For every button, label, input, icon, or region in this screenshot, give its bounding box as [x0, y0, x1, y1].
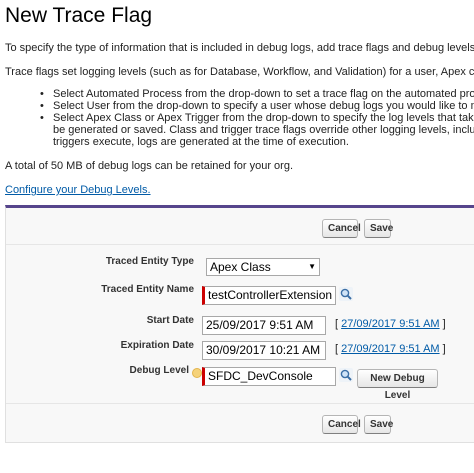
divider — [6, 403, 474, 404]
trace-intro-text: Trace flags set logging levels (such as … — [5, 66, 474, 78]
bullet-icon: • — [40, 112, 44, 124]
instructions-list: • Select Automated Process from the drop-… — [38, 88, 474, 148]
expiration-date-label: Expiration Date — [120, 340, 194, 351]
debug-level-input[interactable]: SFDC_DevConsole — [202, 367, 336, 386]
cancel-button-top[interactable]: Cancel — [322, 219, 361, 238]
save-button-top[interactable]: Save — [364, 219, 393, 238]
list-item: • Select Automated Process from the drop-… — [40, 88, 474, 100]
list-item: • Select User from the drop-down to speci… — [40, 100, 474, 112]
traced-entity-name-label: Traced Entity Name — [101, 284, 194, 295]
expiration-date-input[interactable]: 30/09/2017 10:21 AM — [202, 341, 326, 360]
configure-debug-levels-link[interactable]: Configure your Debug Levels. — [5, 184, 151, 196]
list-item: be generated or saved. Class and trigger… — [53, 124, 474, 136]
list-item: triggers execute, logs are generated at … — [53, 136, 349, 148]
list-item: • Select Apex Class or Apex Trigger from … — [40, 112, 474, 124]
start-date-input[interactable]: 25/09/2017 9:51 AM — [202, 316, 326, 335]
lookup-search-icon[interactable] — [339, 368, 353, 382]
cancel-button-bottom[interactable]: Cancel — [322, 415, 361, 434]
expiration-date-shortcut: [ 27/09/2017 9:51 AM ] — [335, 343, 446, 355]
trace-flag-form-panel: Cancel Save Traced Entity Type Apex Clas… — [5, 205, 474, 443]
bullet-icon: • — [40, 88, 44, 100]
retention-text: A total of 50 MB of debug logs can be re… — [5, 160, 294, 172]
expiration-date-shortcut-link[interactable]: 27/09/2017 9:51 AM — [341, 343, 439, 355]
divider — [6, 244, 474, 245]
help-bubble-icon[interactable] — [192, 368, 202, 378]
traced-entity-name-input[interactable]: testControllerExtension — [202, 286, 336, 305]
page-title: New Trace Flag — [5, 4, 153, 27]
start-date-shortcut: [ 27/09/2017 9:51 AM ] — [335, 318, 446, 330]
start-date-label: Start Date — [146, 315, 194, 326]
lookup-search-icon[interactable] — [339, 287, 353, 301]
save-button-bottom[interactable]: Save — [364, 415, 393, 434]
debug-level-label: Debug Level — [129, 365, 189, 376]
intro-text: To specify the type of information that … — [5, 42, 474, 54]
chevron-down-icon: ▼ — [308, 262, 316, 271]
new-debug-level-button[interactable]: New Debug Level — [357, 369, 438, 401]
traced-entity-type-label: Traced Entity Type — [105, 256, 194, 267]
start-date-shortcut-link[interactable]: 27/09/2017 9:51 AM — [341, 318, 439, 330]
traced-entity-type-select[interactable]: Apex Class ▼ — [206, 258, 320, 276]
bullet-icon: • — [40, 100, 44, 112]
